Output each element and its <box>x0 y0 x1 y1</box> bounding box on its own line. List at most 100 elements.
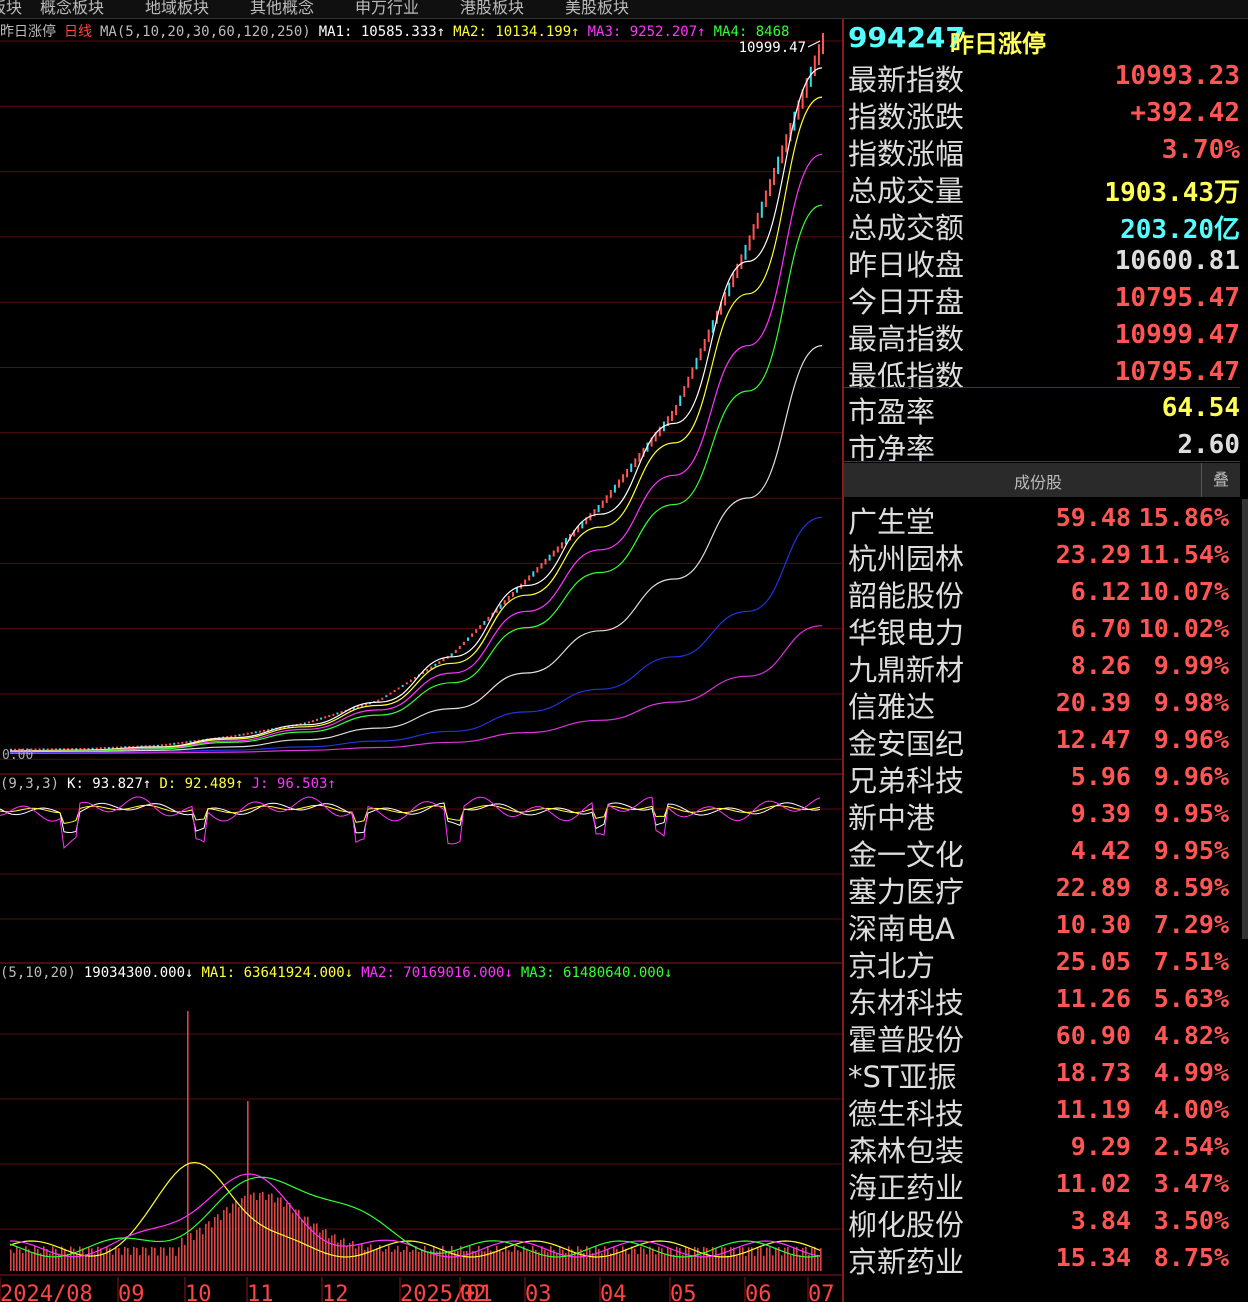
candle <box>752 224 755 240</box>
volume-bar <box>577 1246 579 1271</box>
chart-area[interactable]: 10999.47 0.00 2024/08 09 10 11 12 2025/01 02 03 04… <box>0 19 842 1302</box>
component-row[interactable]: 杭州园林 23.29 11.54% <box>846 536 1230 576</box>
component-row[interactable]: 广生堂 59.48 15.86% <box>846 499 1230 539</box>
component-price: 6.70 <box>1070 614 1131 643</box>
component-row[interactable]: 京北方 25.05 7.51% <box>846 943 1230 983</box>
menu-item-4[interactable]: 申万行业 <box>355 0 419 18</box>
candle <box>307 721 310 724</box>
component-row[interactable]: 东材科技 11.26 5.63% <box>846 980 1230 1020</box>
menu-item-2[interactable]: 地域板块 <box>145 0 209 18</box>
candle <box>471 633 474 637</box>
volume-bar <box>178 1247 180 1271</box>
component-row[interactable]: 九鼎新材 8.26 9.99% <box>846 647 1230 687</box>
k-line-chart[interactable]: 10999.470.002024/08 09 10 11 12 2025/0102 03 04… <box>0 19 842 1302</box>
candle <box>409 679 412 682</box>
divider <box>844 387 1240 388</box>
volume-bar <box>457 1250 459 1271</box>
volume-bar <box>103 1254 105 1271</box>
component-change: 9.96% <box>1153 725 1229 754</box>
candle <box>622 474 625 483</box>
candle <box>499 604 502 609</box>
volume-bar <box>94 1254 96 1271</box>
candle <box>817 44 820 65</box>
component-name: 东材科技 <box>848 986 965 1020</box>
candle <box>532 571 535 577</box>
menu-item-5[interactable]: 港股板块 <box>460 0 524 18</box>
index-code: 994247 <box>848 21 965 54</box>
volume-bar <box>766 1247 768 1271</box>
component-name: 韶能股份 <box>848 579 965 613</box>
component-change: 8.75% <box>1153 1243 1229 1272</box>
menu-item-1[interactable]: 概念板块 <box>40 0 104 18</box>
quote-row: 总成交量 1903.43万 <box>846 168 1240 208</box>
volume-bar <box>307 1216 309 1271</box>
component-row[interactable]: 韶能股份 6.12 10.07% <box>846 573 1230 613</box>
candle <box>683 386 686 397</box>
volume-bar <box>523 1246 525 1271</box>
scrollbar[interactable] <box>1242 499 1248 939</box>
volume-bar <box>481 1250 483 1271</box>
candle <box>687 376 690 388</box>
menu-item-6[interactable]: 美股板块 <box>565 0 629 18</box>
component-row[interactable]: 新中港 9.39 9.95% <box>846 795 1230 835</box>
component-name: 塞力医疗 <box>848 875 965 909</box>
candle <box>385 695 388 698</box>
high-price-label: 10999.47 <box>739 40 806 56</box>
component-row[interactable]: 森林包装 9.29 2.54% <box>846 1128 1230 1168</box>
component-row[interactable]: 信雅达 20.39 9.98% <box>846 684 1230 724</box>
volume-bar <box>325 1229 327 1271</box>
candle <box>691 367 694 379</box>
component-row[interactable]: 兄弟科技 5.96 9.96% <box>846 758 1230 798</box>
component-row[interactable]: 海正药业 11.02 3.47% <box>846 1165 1230 1205</box>
volume-bar <box>355 1248 357 1271</box>
volume-bar <box>256 1200 258 1271</box>
volume-bar <box>532 1246 534 1271</box>
volume-bar <box>820 1248 822 1271</box>
ma-line-3 <box>9 204 823 753</box>
volume-bar <box>181 1237 183 1271</box>
component-row[interactable]: 德生科技 11.19 4.00% <box>846 1091 1230 1131</box>
legend-vol-0: 19034300.000↓ <box>83 965 194 981</box>
volume-bar <box>391 1251 393 1271</box>
volume-bar <box>784 1247 786 1271</box>
legend-kdj-params: (9,3,3) <box>0 776 60 792</box>
quote-value: 10795.47 <box>1114 283 1240 313</box>
candle <box>99 747 102 750</box>
component-row[interactable]: 京新药业 15.34 8.75% <box>846 1239 1230 1279</box>
component-row[interactable]: 塞力医疗 22.89 8.59% <box>846 869 1230 909</box>
volume-bar <box>46 1248 48 1271</box>
menu-item-3[interactable]: 其他概念 <box>250 0 314 18</box>
component-name: 广生堂 <box>848 505 936 539</box>
legend-period: 日线 <box>64 24 92 40</box>
legend-vol-3: MA3: 61480640.000↓ <box>520 965 673 981</box>
menu-item-0[interactable]: 板块 <box>0 0 22 18</box>
quote-row: 市盈率 64.54 <box>846 389 1240 429</box>
volume-bar <box>451 1246 453 1271</box>
volume-bar <box>592 1253 594 1271</box>
volume-bar <box>160 1247 162 1271</box>
candle <box>258 730 261 733</box>
quote-label: 昨日收盘 <box>848 248 965 282</box>
component-row[interactable]: 霍普股份 60.90 4.82% <box>846 1017 1230 1057</box>
component-row[interactable]: 金一文化 4.42 9.95% <box>846 832 1230 872</box>
volume-bar <box>649 1246 651 1271</box>
component-change: 9.95% <box>1153 836 1229 865</box>
overlay-toggle-button[interactable]: 叠 <box>1201 463 1240 497</box>
volume-bar <box>658 1246 660 1271</box>
component-row[interactable]: *ST亚振 18.73 4.99% <box>846 1054 1230 1094</box>
component-row[interactable]: 深南电A 10.30 7.29% <box>846 906 1230 946</box>
x-axis-label: 07 <box>808 1282 835 1302</box>
volume-bar <box>499 1250 501 1271</box>
component-row[interactable]: 柳化股份 3.84 3.50% <box>846 1202 1230 1242</box>
volume-bar <box>415 1246 417 1271</box>
candle <box>516 587 518 593</box>
component-row[interactable]: 金安国纪 12.47 9.96% <box>846 721 1230 761</box>
volume-bar <box>790 1255 792 1271</box>
volume-bar <box>421 1250 423 1271</box>
volume-bar <box>13 1252 15 1271</box>
component-row[interactable]: 华银电力 6.70 10.02% <box>846 610 1230 650</box>
component-change: 9.99% <box>1153 651 1229 680</box>
volume-bar <box>112 1254 114 1271</box>
volume-bar <box>259 1193 261 1271</box>
component-price: 4.42 <box>1070 836 1131 865</box>
